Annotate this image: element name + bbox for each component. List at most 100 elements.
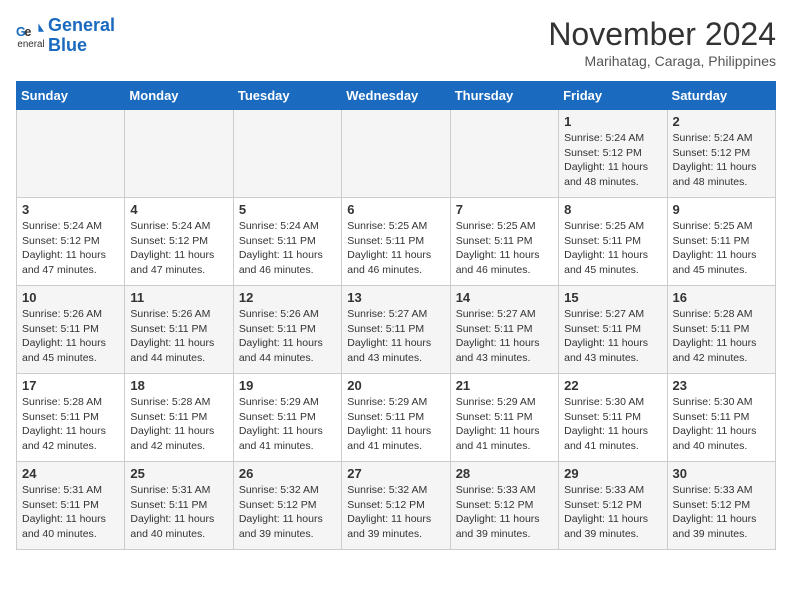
day-info: Sunrise: 5:24 AMSunset: 5:11 PMDaylight:… <box>239 219 336 278</box>
day-number: 8 <box>564 202 661 217</box>
day-info: Sunrise: 5:33 AMSunset: 5:12 PMDaylight:… <box>564 483 661 542</box>
day-number: 4 <box>130 202 227 217</box>
day-number: 1 <box>564 114 661 129</box>
calendar-cell: 17 Sunrise: 5:28 AMSunset: 5:11 PMDayligh… <box>17 374 125 462</box>
day-number: 16 <box>673 290 770 305</box>
calendar-cell: 7 Sunrise: 5:25 AMSunset: 5:11 PMDaylight… <box>450 198 558 286</box>
day-number: 5 <box>239 202 336 217</box>
location-subtitle: Marihatag, Caraga, Philippines <box>548 53 776 69</box>
day-info: Sunrise: 5:29 AMSunset: 5:11 PMDaylight:… <box>239 395 336 454</box>
day-info: Sunrise: 5:25 AMSunset: 5:11 PMDaylight:… <box>456 219 553 278</box>
day-info: Sunrise: 5:24 AMSunset: 5:12 PMDaylight:… <box>564 131 661 190</box>
day-number: 27 <box>347 466 444 481</box>
day-info: Sunrise: 5:26 AMSunset: 5:11 PMDaylight:… <box>239 307 336 366</box>
day-number: 24 <box>22 466 119 481</box>
calendar-cell <box>233 110 341 198</box>
day-number: 3 <box>22 202 119 217</box>
calendar-cell: 26 Sunrise: 5:32 AMSunset: 5:12 PMDayligh… <box>233 462 341 550</box>
day-number: 12 <box>239 290 336 305</box>
calendar-cell: 18Sunrise: 5:28 AMSunset: 5:11 PMDayligh… <box>125 374 233 462</box>
day-number: 19 <box>239 378 336 393</box>
day-info: Sunrise: 5:24 AMSunset: 5:12 PMDaylight:… <box>22 219 119 278</box>
calendar-cell: 14Sunrise: 5:27 AMSunset: 5:11 PMDayligh… <box>450 286 558 374</box>
calendar-cell: 9 Sunrise: 5:25 AMSunset: 5:11 PMDaylight… <box>667 198 775 286</box>
day-number: 26 <box>239 466 336 481</box>
calendar-week-4: 17 Sunrise: 5:28 AMSunset: 5:11 PMDayligh… <box>17 374 776 462</box>
calendar-table: SundayMondayTuesdayWednesdayThursdayFrid… <box>16 81 776 550</box>
day-info: Sunrise: 5:33 AMSunset: 5:12 PMDaylight:… <box>673 483 770 542</box>
page-header: G e eneral GeneralBlue November 2024 Mar… <box>16 16 776 69</box>
calendar-cell <box>17 110 125 198</box>
day-info: Sunrise: 5:32 AMSunset: 5:12 PMDaylight:… <box>239 483 336 542</box>
calendar-cell: 29 Sunrise: 5:33 AMSunset: 5:12 PMDayligh… <box>559 462 667 550</box>
calendar-cell: 6 Sunrise: 5:25 AMSunset: 5:11 PMDaylight… <box>342 198 450 286</box>
logo-icon: G e eneral <box>16 22 44 50</box>
day-number: 7 <box>456 202 553 217</box>
day-number: 6 <box>347 202 444 217</box>
calendar-cell: 19 Sunrise: 5:29 AMSunset: 5:11 PMDayligh… <box>233 374 341 462</box>
day-number: 21 <box>456 378 553 393</box>
calendar-cell: 30 Sunrise: 5:33 AMSunset: 5:12 PMDayligh… <box>667 462 775 550</box>
day-info: Sunrise: 5:27 AMSunset: 5:11 PMDaylight:… <box>456 307 553 366</box>
logo-text: GeneralBlue <box>48 16 115 56</box>
calendar-cell: 27 Sunrise: 5:32 AMSunset: 5:12 PMDayligh… <box>342 462 450 550</box>
day-info: Sunrise: 5:25 AMSunset: 5:11 PMDaylight:… <box>673 219 770 278</box>
day-info: Sunrise: 5:27 AMSunset: 5:11 PMDaylight:… <box>564 307 661 366</box>
calendar-cell <box>450 110 558 198</box>
day-info: Sunrise: 5:31 AMSunset: 5:11 PMDaylight:… <box>130 483 227 542</box>
day-number: 28 <box>456 466 553 481</box>
day-number: 20 <box>347 378 444 393</box>
calendar-week-1: 1 Sunrise: 5:24 AMSunset: 5:12 PMDaylight… <box>17 110 776 198</box>
calendar-cell: 8 Sunrise: 5:25 AMSunset: 5:11 PMDaylight… <box>559 198 667 286</box>
calendar-cell: 20 Sunrise: 5:29 AMSunset: 5:11 PMDayligh… <box>342 374 450 462</box>
day-info: Sunrise: 5:33 AMSunset: 5:12 PMDaylight:… <box>456 483 553 542</box>
col-header-wednesday: Wednesday <box>342 82 450 110</box>
calendar-cell: 15 Sunrise: 5:27 AMSunset: 5:11 PMDayligh… <box>559 286 667 374</box>
calendar-cell: 22 Sunrise: 5:30 AMSunset: 5:11 PMDayligh… <box>559 374 667 462</box>
month-title: November 2024 <box>548 16 776 53</box>
day-number: 9 <box>673 202 770 217</box>
day-info: Sunrise: 5:30 AMSunset: 5:11 PMDaylight:… <box>564 395 661 454</box>
col-header-tuesday: Tuesday <box>233 82 341 110</box>
logo: G e eneral GeneralBlue <box>16 16 115 56</box>
calendar-cell: 5 Sunrise: 5:24 AMSunset: 5:11 PMDaylight… <box>233 198 341 286</box>
calendar-cell: 16Sunrise: 5:28 AMSunset: 5:11 PMDayligh… <box>667 286 775 374</box>
day-info: Sunrise: 5:31 AMSunset: 5:11 PMDaylight:… <box>22 483 119 542</box>
col-header-monday: Monday <box>125 82 233 110</box>
col-header-friday: Friday <box>559 82 667 110</box>
col-header-saturday: Saturday <box>667 82 775 110</box>
day-info: Sunrise: 5:25 AMSunset: 5:11 PMDaylight:… <box>564 219 661 278</box>
calendar-cell: 3 Sunrise: 5:24 AMSunset: 5:12 PMDaylight… <box>17 198 125 286</box>
day-info: Sunrise: 5:29 AMSunset: 5:11 PMDaylight:… <box>347 395 444 454</box>
day-info: Sunrise: 5:28 AMSunset: 5:11 PMDaylight:… <box>22 395 119 454</box>
calendar-week-2: 3 Sunrise: 5:24 AMSunset: 5:12 PMDaylight… <box>17 198 776 286</box>
day-number: 30 <box>673 466 770 481</box>
day-number: 18 <box>130 378 227 393</box>
day-info: Sunrise: 5:24 AMSunset: 5:12 PMDaylight:… <box>673 131 770 190</box>
calendar-cell: 12 Sunrise: 5:26 AMSunset: 5:11 PMDayligh… <box>233 286 341 374</box>
day-number: 22 <box>564 378 661 393</box>
day-number: 17 <box>22 378 119 393</box>
calendar-cell: 24 Sunrise: 5:31 AMSunset: 5:11 PMDayligh… <box>17 462 125 550</box>
day-info: Sunrise: 5:25 AMSunset: 5:11 PMDaylight:… <box>347 219 444 278</box>
day-info: Sunrise: 5:32 AMSunset: 5:12 PMDaylight:… <box>347 483 444 542</box>
calendar-cell: 13Sunrise: 5:27 AMSunset: 5:11 PMDayligh… <box>342 286 450 374</box>
calendar-cell: 23Sunrise: 5:30 AMSunset: 5:11 PMDayligh… <box>667 374 775 462</box>
day-info: Sunrise: 5:26 AMSunset: 5:11 PMDaylight:… <box>130 307 227 366</box>
title-block: November 2024 Marihatag, Caraga, Philipp… <box>548 16 776 69</box>
day-info: Sunrise: 5:29 AMSunset: 5:11 PMDaylight:… <box>456 395 553 454</box>
calendar-cell: 1 Sunrise: 5:24 AMSunset: 5:12 PMDaylight… <box>559 110 667 198</box>
day-number: 29 <box>564 466 661 481</box>
calendar-cell: 2Sunrise: 5:24 AMSunset: 5:12 PMDaylight… <box>667 110 775 198</box>
day-number: 15 <box>564 290 661 305</box>
svg-text:e: e <box>24 25 31 39</box>
calendar-cell: 11Sunrise: 5:26 AMSunset: 5:11 PMDayligh… <box>125 286 233 374</box>
calendar-cell <box>342 110 450 198</box>
calendar-cell: 25Sunrise: 5:31 AMSunset: 5:11 PMDayligh… <box>125 462 233 550</box>
calendar-cell: 21 Sunrise: 5:29 AMSunset: 5:11 PMDayligh… <box>450 374 558 462</box>
day-info: Sunrise: 5:26 AMSunset: 5:11 PMDaylight:… <box>22 307 119 366</box>
col-header-sunday: Sunday <box>17 82 125 110</box>
col-header-thursday: Thursday <box>450 82 558 110</box>
day-info: Sunrise: 5:27 AMSunset: 5:11 PMDaylight:… <box>347 307 444 366</box>
calendar-header: SundayMondayTuesdayWednesdayThursdayFrid… <box>17 82 776 110</box>
